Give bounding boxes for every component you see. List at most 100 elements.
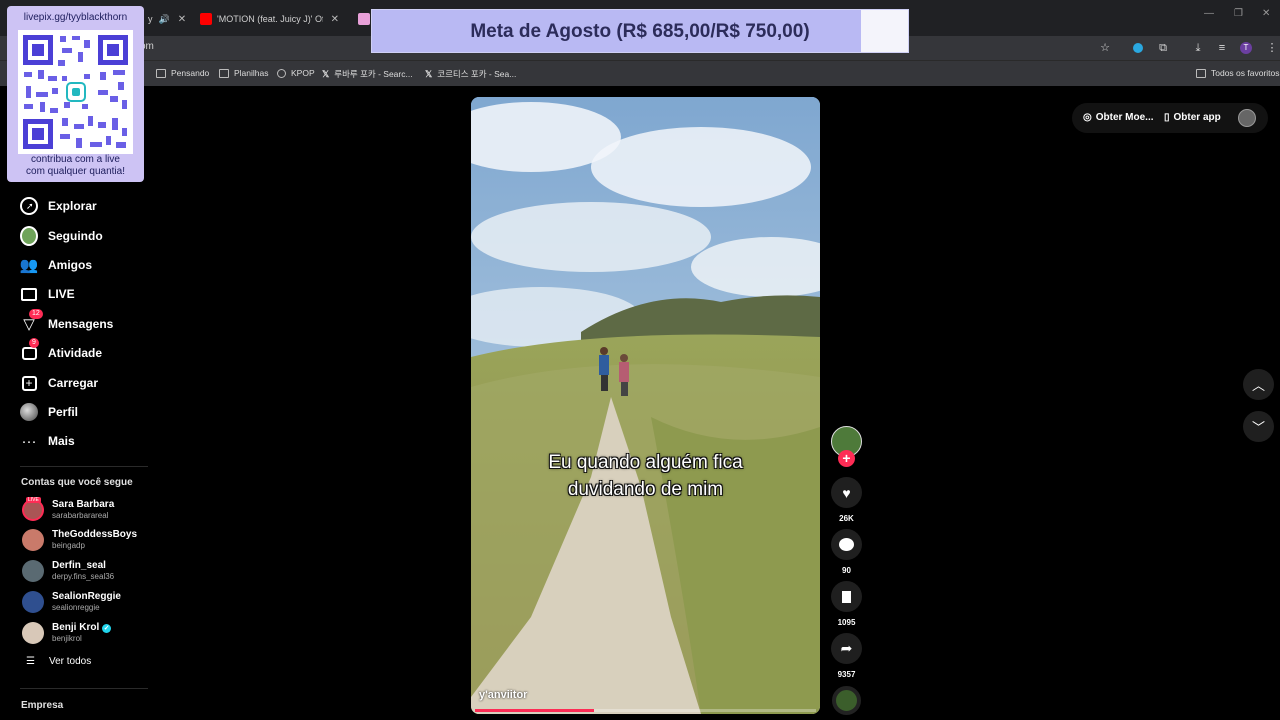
speaker-icon[interactable]: 🔊 — [159, 14, 170, 25]
nav-live[interactable]: LIVE — [20, 283, 75, 305]
minimize-icon[interactable]: — — [1204, 8, 1214, 19]
all-bookmarks[interactable]: Todos os favoritos — [1196, 68, 1280, 78]
get-coins-label: Obter Moe... — [1095, 112, 1154, 123]
compass-icon: ➚ — [20, 197, 38, 215]
bookmark-item[interactable]: Planilhas — [219, 68, 269, 78]
media-control-icon[interactable]: ≡ — [1214, 40, 1230, 56]
get-app-label: Obter app — [1173, 112, 1221, 123]
video-player[interactable]: Eu quando alguém fica duvidando de mim y… — [471, 97, 820, 714]
upload-icon: + — [20, 374, 38, 392]
activity-badge: 9 — [29, 338, 39, 348]
like-button[interactable]: ♥ — [831, 477, 862, 508]
caption-line: duvidando de mim — [567, 479, 724, 500]
account-name: Sara Barbara — [52, 499, 115, 510]
nav-label: Amigos — [48, 258, 93, 272]
verified-icon: ✓ — [102, 623, 112, 633]
followed-account[interactable]: TheGoddessBoys beingadp — [22, 529, 137, 551]
extension-icon-blue[interactable] — [1130, 40, 1146, 56]
get-coins-button[interactable]: ◎ Obter Moe... — [1083, 112, 1154, 123]
close-icon[interactable]: ✕ — [178, 14, 186, 25]
account-username: derpy.fins_seal36 — [52, 572, 115, 581]
phone-icon: ▯ — [1164, 112, 1170, 123]
livepix-qr-overlay: livepix.gg/tyyblackthorn contribua com a… — [7, 6, 144, 182]
user-avatar[interactable] — [1238, 109, 1256, 127]
star-icon[interactable]: ☆ — [1097, 40, 1113, 56]
nav-atividade[interactable]: 9 Atividade — [20, 338, 103, 364]
tab-title: y — [148, 14, 153, 24]
see-all-button[interactable]: ☰ Ver todos — [26, 656, 91, 667]
top-right-actions: ◎ Obter Moe... ▯ Obter app — [1072, 103, 1268, 133]
followed-account[interactable]: Derfin_seal derpy.fins_seal36 — [22, 560, 114, 582]
qr-code — [18, 30, 133, 154]
bookmark-label: Planilhas — [234, 68, 269, 78]
coin-icon: ◎ — [1083, 112, 1092, 123]
folder-icon — [1196, 68, 1206, 78]
account-username: sealionreggie — [52, 603, 100, 612]
followed-account[interactable]: LIVE Sara Barbara sarabarbarareal — [22, 497, 115, 521]
puzzle-icon[interactable]: ⧉ — [1155, 40, 1171, 56]
get-app-button[interactable]: ▯ Obter app — [1164, 112, 1221, 123]
follow-button[interactable]: + — [838, 450, 855, 467]
donation-goal-bar: Meta de Agosto (R$ 685,00/R$ 750,00) — [371, 9, 909, 53]
live-tv-icon — [20, 285, 38, 303]
avatar: LIVE — [22, 497, 44, 521]
nav-label: Perfil — [48, 405, 79, 419]
nav-carregar[interactable]: + Carregar — [20, 372, 98, 394]
video-frame — [471, 97, 820, 714]
previous-video-button[interactable]: ︿ — [1243, 369, 1274, 400]
account-username: beingadp — [52, 541, 85, 550]
nav-label: Mais — [48, 434, 75, 448]
nav-label: Seguindo — [48, 229, 103, 243]
nav-mais[interactable]: ··· Mais — [20, 430, 75, 452]
nav-perfil[interactable]: Perfil — [20, 401, 78, 423]
download-icon[interactable]: ⤓ — [1190, 40, 1206, 56]
bookmark-item[interactable]: 𝕏 코르티스 포카 - Sea... — [425, 68, 516, 80]
goal-text: Meta de Agosto (R$ 685,00/R$ 750,00) — [470, 21, 810, 42]
profile-avatar — [20, 403, 38, 421]
nav-amigos[interactable]: 👥 Amigos — [20, 254, 92, 276]
close-window-icon[interactable]: ✕ — [1262, 8, 1270, 19]
browser-tab[interactable]: 'MOTION (feat. Juicy J)' Official ✕ — [192, 6, 347, 32]
m-app-icon — [358, 13, 370, 25]
video-credit: y'anviitor — [479, 689, 528, 701]
bookmark-item[interactable]: Pensando — [156, 68, 209, 78]
bookmark-label: 코르티스 포카 - Sea... — [437, 69, 517, 79]
youtube-icon — [200, 13, 212, 25]
save-button[interactable] — [831, 581, 862, 612]
followed-account[interactable]: Benji Krol ✓ benjikrol — [22, 622, 112, 644]
qr-caption: contribua com a live com qualquer quanti… — [7, 154, 144, 178]
profile-avatar[interactable]: T — [1240, 42, 1252, 54]
nav-label: Atividade — [48, 346, 103, 360]
save-count: 1095 — [837, 618, 856, 627]
followed-account[interactable]: SealionReggie sealionreggie — [22, 591, 121, 613]
video-progress-bar[interactable] — [475, 709, 816, 712]
nav-seguindo[interactable]: Seguindo — [20, 225, 103, 247]
bookmark-label: 루바루 포카 - Searc... — [334, 69, 413, 79]
music-disc[interactable] — [832, 686, 861, 715]
nav-mensagens[interactable]: ▽ 12 Mensagens — [20, 309, 113, 335]
tab-title: 'MOTION (feat. Juicy J)' Official — [217, 14, 323, 24]
share-button[interactable]: ➦ — [831, 633, 862, 664]
avatar — [22, 560, 44, 582]
activity-icon: 9 — [20, 338, 39, 362]
comment-button[interactable] — [831, 529, 862, 560]
restore-icon[interactable]: ❐ — [1234, 8, 1243, 19]
video-caption: Eu quando alguém fica duvidando de mim — [471, 449, 820, 503]
browser-tab[interactable]: y 🔊 ✕ — [140, 6, 190, 32]
account-name: SealionReggie — [52, 591, 121, 602]
like-count: 26K — [839, 514, 854, 523]
bookmark-item[interactable]: 𝕏 루바루 포카 - Searc... — [322, 68, 413, 80]
account-username: benjikrol — [52, 634, 82, 643]
nav-explorar[interactable]: ➚ Explorar — [20, 195, 97, 217]
divider — [20, 688, 148, 689]
comment-count: 90 — [842, 566, 851, 575]
menu-dots-icon[interactable]: ⋮ — [1264, 40, 1280, 56]
next-video-button[interactable]: ﹀ — [1243, 411, 1274, 442]
close-icon[interactable]: ✕ — [331, 14, 339, 25]
chevron-up-icon: ︿ — [1251, 378, 1265, 393]
company-link[interactable]: Empresa — [21, 700, 63, 711]
divider — [20, 466, 148, 467]
comment-icon — [839, 538, 854, 551]
bookmark-item[interactable]: KPOP — [277, 68, 315, 78]
bookmarks-bar: Pensando Planilhas KPOP 𝕏 루바루 포카 - Searc.… — [0, 60, 1280, 86]
